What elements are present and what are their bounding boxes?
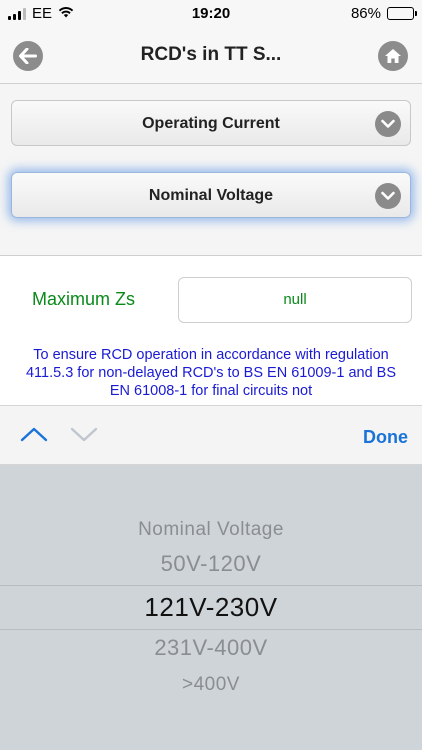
- voltage-picker[interactable]: Nominal Voltage 50V-120V 121V-230V 231V-…: [0, 465, 422, 750]
- picker-option[interactable]: 231V-400V: [0, 635, 422, 661]
- status-bar: EE 19:20 86%: [0, 0, 422, 28]
- nominal-voltage-select[interactable]: Nominal Voltage: [11, 172, 411, 218]
- picker-toolbar: Done: [0, 405, 422, 465]
- chevron-down-icon: [70, 427, 98, 442]
- picker-option[interactable]: >400V: [0, 674, 422, 696]
- max-zs-value: null: [178, 277, 412, 323]
- nav-bar: RCD's in TT S...: [0, 28, 422, 84]
- battery-percent: 86%: [350, 5, 381, 22]
- status-right: 86%: [350, 5, 417, 22]
- picker-option-selected[interactable]: 121V-230V: [0, 592, 422, 623]
- operating-current-select[interactable]: Operating Current: [11, 100, 411, 146]
- home-icon: [385, 49, 401, 63]
- battery-icon: [387, 7, 417, 20]
- chevron-down-icon: [375, 111, 401, 137]
- chevron-up-icon: [20, 427, 48, 442]
- operating-current-label: Operating Current: [142, 115, 280, 132]
- done-button[interactable]: Done: [363, 427, 408, 448]
- home-button[interactable]: [378, 41, 408, 71]
- picker-option[interactable]: Nominal Voltage: [0, 519, 422, 541]
- back-button[interactable]: [13, 41, 43, 71]
- result-section: Maximum Zs null To ensure RCD operation …: [0, 255, 422, 405]
- regulation-note: To ensure RCD operation in accordance wi…: [25, 347, 397, 399]
- page-title: RCD's in TT S...: [140, 44, 282, 65]
- next-field-button[interactable]: [70, 426, 98, 447]
- previous-field-button[interactable]: [20, 426, 48, 447]
- chevron-down-icon: [375, 183, 401, 209]
- nominal-voltage-label: Nominal Voltage: [148, 187, 274, 204]
- picker-option[interactable]: 50V-120V: [0, 551, 422, 577]
- max-zs-label: Maximum Zs: [32, 289, 135, 309]
- form-section: Operating Current Nominal Voltage: [0, 84, 422, 255]
- arrow-left-icon: [19, 48, 37, 64]
